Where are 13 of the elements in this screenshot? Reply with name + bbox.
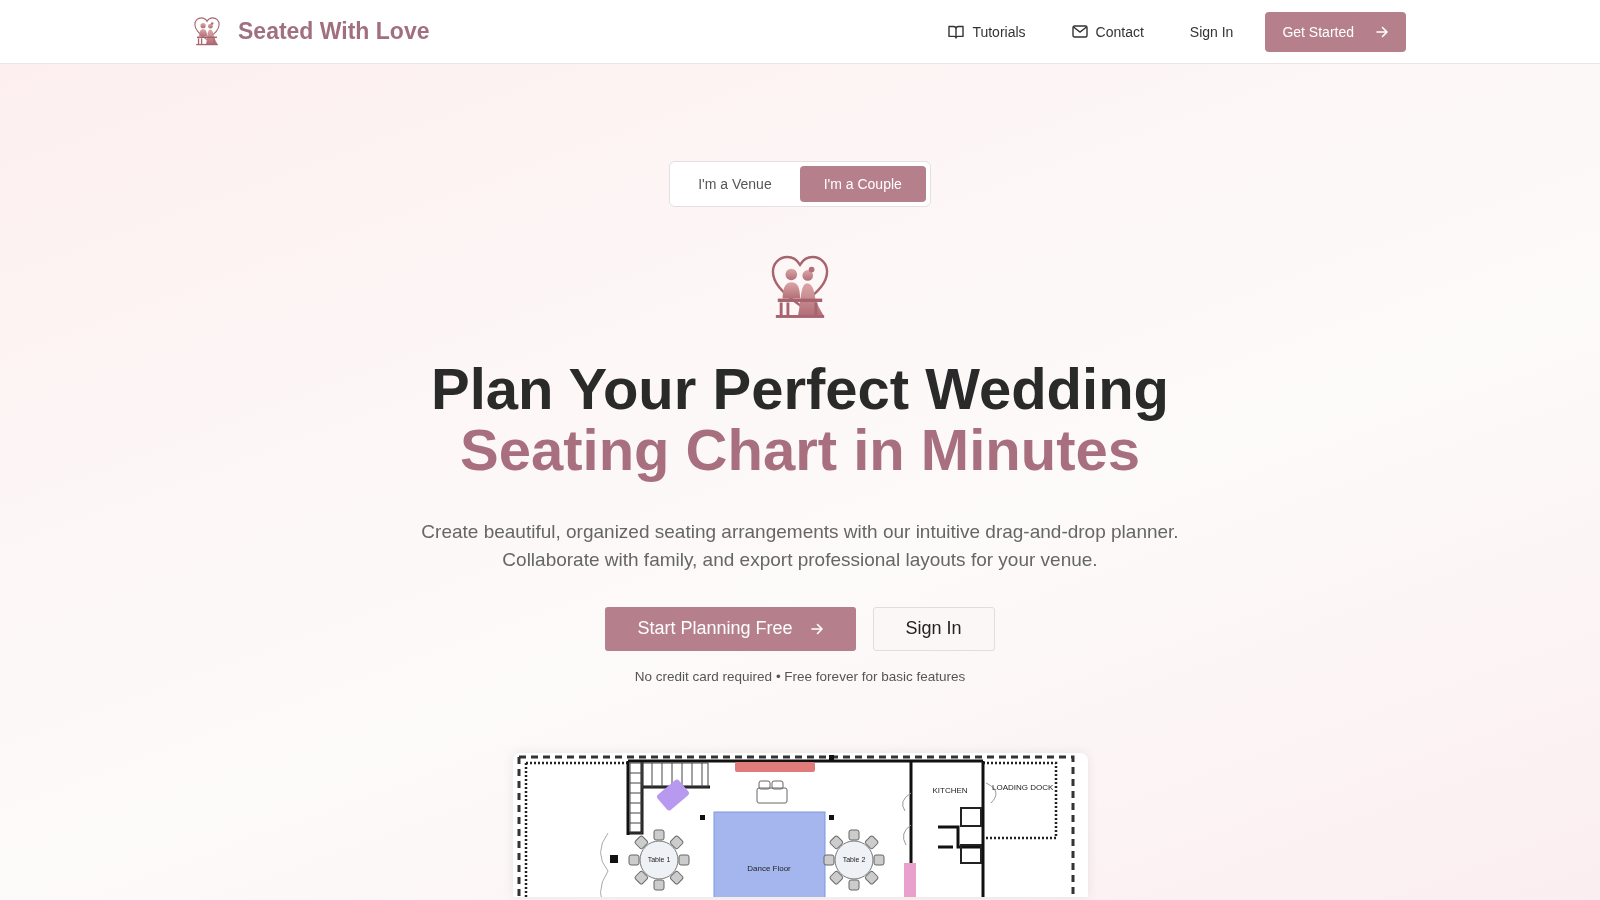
brand-name[interactable]: Seated With Love [238, 18, 430, 45]
no-credit-card-note: No credit card required • Free forever for basic features [634, 668, 966, 684]
nav-link[interactable]: Contact [1055, 15, 1160, 48]
hero-subtitle: Create beautiful, organized seating arrangements with our intuitive drag-and-drop planner. Collaborate with family, and export professional layouts for your venue. [420, 519, 1180, 572]
nav-link[interactable]: Sign In [1173, 15, 1250, 48]
floor-plan-label: KITCHEN [931, 785, 968, 795]
hero-title-highlight: Seating Chart in Minutes [460, 418, 1140, 480]
audience-tab[interactable]: I'm a Venue [674, 166, 796, 202]
sign-in-button[interactable]: Sign In [872, 606, 995, 651]
floor-plan-label: LOADING DOCK [991, 782, 1053, 792]
hero-title: Plan Your Perfect Wedding [431, 357, 1169, 419]
nav-link[interactable]: Tutorials [932, 15, 1042, 48]
floor-plan-label: Dance Floor [746, 863, 791, 873]
